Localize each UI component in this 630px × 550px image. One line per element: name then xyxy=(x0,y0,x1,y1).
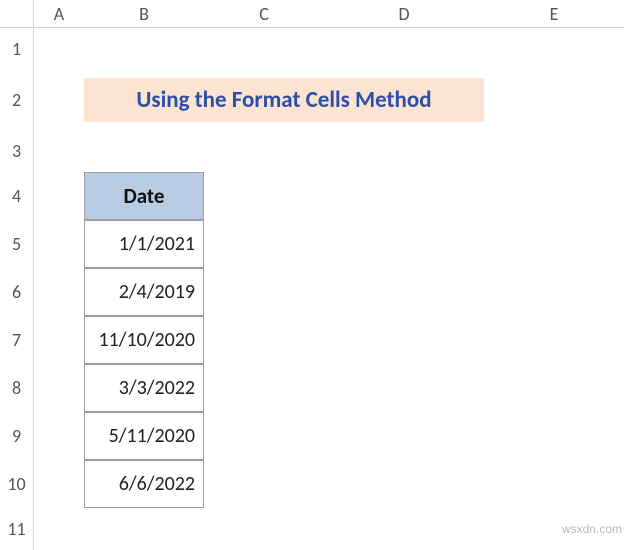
cell-D5[interactable] xyxy=(324,220,484,268)
cell-D1[interactable] xyxy=(324,28,484,70)
cell-A7[interactable] xyxy=(34,316,84,364)
cell-E5[interactable] xyxy=(484,220,624,268)
cell-E10[interactable] xyxy=(484,460,624,508)
watermark-text: wsxdn.com xyxy=(562,522,622,536)
spreadsheet-grid: A B C D E 1 2 Using the Format Cells Met… xyxy=(0,0,630,550)
table-row[interactable]: 1/1/2021 xyxy=(84,220,204,268)
cell-A2[interactable] xyxy=(34,70,84,130)
table-row[interactable]: 5/11/2020 xyxy=(84,412,204,460)
table-row[interactable]: 6/6/2022 xyxy=(84,460,204,508)
cell-C3[interactable] xyxy=(204,130,324,172)
cell-A9[interactable] xyxy=(34,412,84,460)
row-header-4[interactable]: 4 xyxy=(0,172,34,220)
row-header-3[interactable]: 3 xyxy=(0,130,34,172)
cell-A6[interactable] xyxy=(34,268,84,316)
col-header-C[interactable]: C xyxy=(204,0,324,28)
cell-C4[interactable] xyxy=(204,172,324,220)
row-header-9[interactable]: 9 xyxy=(0,412,34,460)
cell-A11[interactable] xyxy=(34,508,84,550)
cell-C8[interactable] xyxy=(204,364,324,412)
row-header-2[interactable]: 2 xyxy=(0,70,34,130)
cell-B3[interactable] xyxy=(84,130,204,172)
cell-D8[interactable] xyxy=(324,364,484,412)
select-all-corner[interactable] xyxy=(0,0,34,28)
cell-E7[interactable] xyxy=(484,316,624,364)
row-header-7[interactable]: 7 xyxy=(0,316,34,364)
cell-E9[interactable] xyxy=(484,412,624,460)
cell-C1[interactable] xyxy=(204,28,324,70)
page-title: Using the Format Cells Method xyxy=(84,78,484,122)
cell-D9[interactable] xyxy=(324,412,484,460)
row-header-10[interactable]: 10 xyxy=(0,460,34,508)
cell-C7[interactable] xyxy=(204,316,324,364)
cell-E1[interactable] xyxy=(484,28,624,70)
title-merged-cell[interactable]: Using the Format Cells Method xyxy=(84,70,484,130)
cell-C11[interactable] xyxy=(204,508,324,550)
cell-A5[interactable] xyxy=(34,220,84,268)
cell-A8[interactable] xyxy=(34,364,84,412)
row-header-1[interactable]: 1 xyxy=(0,28,34,70)
cell-D10[interactable] xyxy=(324,460,484,508)
cell-C5[interactable] xyxy=(204,220,324,268)
cell-C10[interactable] xyxy=(204,460,324,508)
col-header-B[interactable]: B xyxy=(84,0,204,28)
cell-A10[interactable] xyxy=(34,460,84,508)
cell-B1[interactable] xyxy=(84,28,204,70)
cell-A1[interactable] xyxy=(34,28,84,70)
table-row[interactable]: 3/3/2022 xyxy=(84,364,204,412)
row-header-8[interactable]: 8 xyxy=(0,364,34,412)
cell-D4[interactable] xyxy=(324,172,484,220)
table-header-date[interactable]: Date xyxy=(84,172,204,220)
cell-E8[interactable] xyxy=(484,364,624,412)
cell-E4[interactable] xyxy=(484,172,624,220)
row-header-5[interactable]: 5 xyxy=(0,220,34,268)
cell-B11[interactable] xyxy=(84,508,204,550)
col-header-A[interactable]: A xyxy=(34,0,84,28)
cell-A4[interactable] xyxy=(34,172,84,220)
cell-A3[interactable] xyxy=(34,130,84,172)
table-row[interactable]: 11/10/2020 xyxy=(84,316,204,364)
cell-D7[interactable] xyxy=(324,316,484,364)
cell-E6[interactable] xyxy=(484,268,624,316)
cell-C6[interactable] xyxy=(204,268,324,316)
cell-E3[interactable] xyxy=(484,130,624,172)
cell-C9[interactable] xyxy=(204,412,324,460)
col-header-E[interactable]: E xyxy=(484,0,624,28)
cell-E2[interactable] xyxy=(484,70,624,130)
cell-D3[interactable] xyxy=(324,130,484,172)
cell-D6[interactable] xyxy=(324,268,484,316)
cell-D11[interactable] xyxy=(324,508,484,550)
table-row[interactable]: 2/4/2019 xyxy=(84,268,204,316)
row-header-6[interactable]: 6 xyxy=(0,268,34,316)
row-header-11[interactable]: 11 xyxy=(0,508,34,550)
col-header-D[interactable]: D xyxy=(324,0,484,28)
